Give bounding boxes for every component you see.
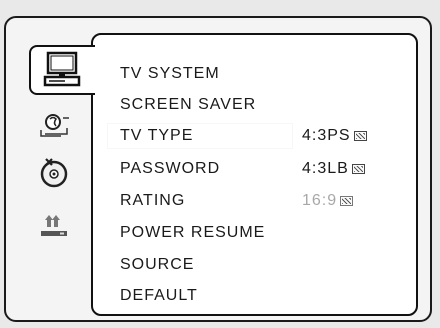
sidebar-tab-general-setup[interactable] bbox=[29, 45, 95, 95]
aspect-ratio-icon bbox=[353, 131, 367, 141]
menu-item-default[interactable]: DEFAULT bbox=[120, 284, 198, 308]
menu-item-tv-type[interactable]: TV TYPE bbox=[120, 124, 193, 148]
monitor-icon bbox=[43, 51, 81, 87]
option-16-9[interactable]: 16:9 bbox=[302, 189, 354, 213]
audio-icon bbox=[40, 114, 69, 137]
aspect-ratio-icon bbox=[340, 196, 354, 206]
speaker-setup-icon bbox=[41, 215, 67, 236]
option-label: 4:3LB bbox=[302, 160, 349, 177]
sidebar-tab-disc-setup[interactable] bbox=[32, 150, 78, 194]
sidebar-tab-speaker-setup[interactable] bbox=[30, 210, 78, 246]
menu-item-power-resume[interactable]: POWER RESUME bbox=[120, 221, 265, 245]
menu-item-source[interactable]: SOURCE bbox=[120, 253, 194, 277]
option-label: 16:9 bbox=[302, 192, 338, 209]
option-label: 4:3PS bbox=[302, 127, 351, 144]
menu-item-tv-system[interactable]: TV SYSTEM bbox=[120, 62, 220, 86]
menu-item-password[interactable]: PASSWORD bbox=[120, 157, 220, 181]
menu-item-screen-saver[interactable]: SCREEN SAVER bbox=[120, 93, 256, 117]
disc-icon bbox=[40, 158, 68, 188]
menu-item-rating[interactable]: RATING bbox=[120, 189, 185, 213]
option-4-3ps[interactable]: 4:3PS bbox=[302, 124, 367, 148]
aspect-ratio-icon bbox=[351, 164, 365, 174]
sidebar-tab-audio-setup[interactable] bbox=[30, 106, 80, 146]
option-4-3lb[interactable]: 4:3LB bbox=[302, 157, 365, 181]
